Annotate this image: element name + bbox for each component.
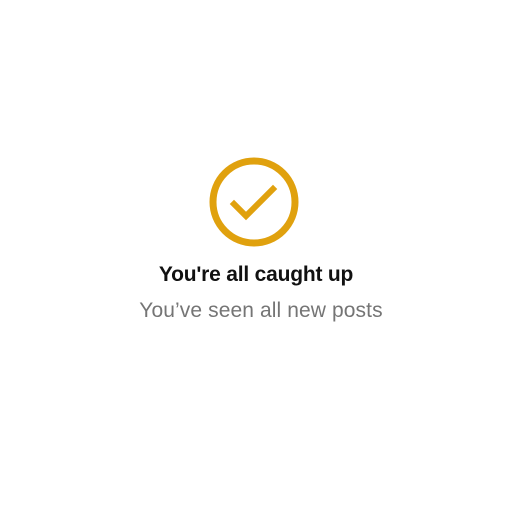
check-circle-ring <box>209 157 299 247</box>
checkmark <box>229 184 278 221</box>
caught-up-subtitle: You’ve seen all new posts <box>139 299 383 322</box>
caught-up-title: You're all caught up <box>158 263 354 286</box>
caught-up-screen: You're all caught up You’ve seen all new… <box>0 0 512 512</box>
check-circle-icon <box>209 157 299 247</box>
